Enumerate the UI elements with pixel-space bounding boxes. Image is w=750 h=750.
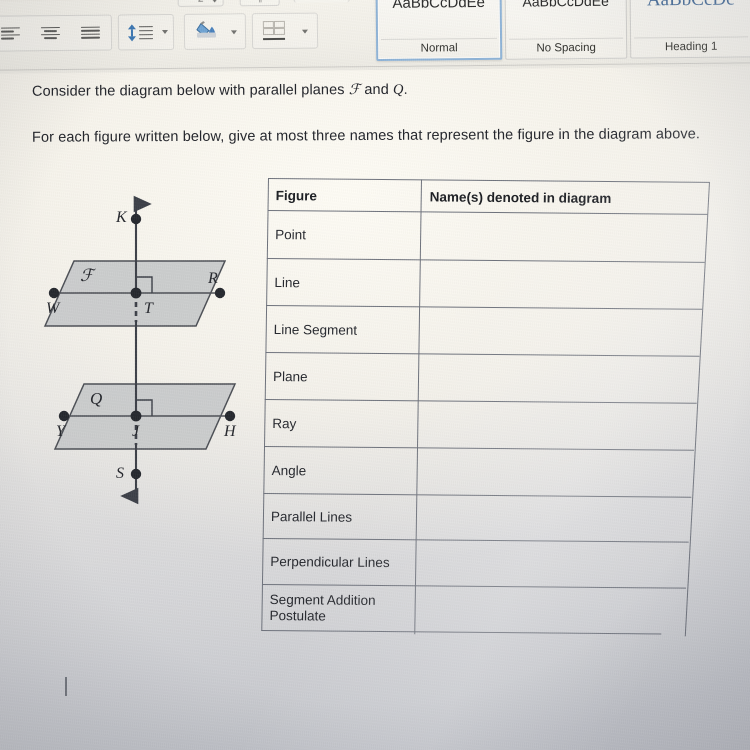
point-s-dot <box>130 468 142 480</box>
point-y-label: Y <box>56 423 65 440</box>
sap-line-1: Segment Addition <box>269 591 376 608</box>
plane-q-label-inline: Q <box>392 81 404 98</box>
point-t-label: T <box>144 300 153 317</box>
table-row-perpendicular-lines-label: Perpendicular Lines <box>270 554 390 571</box>
bottom-border-highlight <box>263 37 286 41</box>
align-center-icon <box>40 26 60 41</box>
figure-names-table: Figure Name(s) denoted in diagram Point … <box>261 178 716 654</box>
borders-dropdown-icon[interactable] <box>301 29 308 34</box>
style-no-spacing-label: No Spacing <box>536 41 596 55</box>
caret-down-icon <box>211 0 218 3</box>
clipped-control-label-2: ¶ <box>257 0 262 4</box>
point-k-label: K <box>116 209 127 226</box>
table-answer-plane[interactable] <box>425 354 695 402</box>
shading-color-swatch <box>196 32 217 38</box>
point-t-dot <box>130 287 142 299</box>
style-no-spacing[interactable]: AaBbCcDdEe No Spacing <box>504 0 628 60</box>
table-row-parallel-lines-label: Parallel Lines <box>270 508 353 525</box>
style-divider <box>634 36 749 39</box>
style-heading-1[interactable]: AaBbCcDc Heading 1 <box>629 0 750 59</box>
paragraph-1-after: . <box>403 81 408 98</box>
table-answer-line-segment[interactable] <box>425 307 697 355</box>
style-heading-1-label: Heading 1 <box>664 40 718 54</box>
clipped-control-font-size[interactable]: 2 <box>177 0 224 7</box>
justify-icon <box>80 25 100 40</box>
table-answer-ray[interactable] <box>424 401 692 449</box>
geometry-diagram: ℱ Q K W T R Y J H S <box>28 186 278 506</box>
geometry-diagram-svg <box>43 195 237 505</box>
table-answer-point[interactable] <box>427 212 703 261</box>
point-j-label: J <box>132 423 140 440</box>
table-answer-line[interactable] <box>426 260 700 308</box>
style-normal-sample: AaBbCcDdEe <box>392 0 486 12</box>
word-ribbon: 2 ¶ <box>0 0 750 74</box>
paragraph-2: For each figure written below, give at m… <box>31 126 701 146</box>
align-left-icon <box>0 26 20 41</box>
shading-dropdown-icon[interactable] <box>230 30 237 35</box>
align-center-button[interactable] <box>32 18 68 48</box>
arrow-down-icon <box>127 35 136 41</box>
table-header-figure: Figure <box>275 187 318 203</box>
point-j-dot <box>130 410 142 422</box>
line-spacing-dropdown-icon[interactable] <box>161 29 168 35</box>
justify-button[interactable] <box>72 18 108 48</box>
paragraph-1-before: Consider the diagram below with parallel… <box>31 82 349 100</box>
line-spacing-icon <box>127 23 153 41</box>
table-row-ray-label: Ray <box>272 415 297 431</box>
text-cursor <box>65 677 67 696</box>
point-h-dot <box>224 410 236 422</box>
point-y-dot <box>58 410 70 422</box>
line-spacing-button[interactable] <box>120 17 160 47</box>
plane-q-label: Q <box>90 389 103 408</box>
clipped-control-pilcrow[interactable]: ¶ <box>239 0 280 7</box>
paragraph-1-middle: and <box>360 81 394 99</box>
plane-f-label: ℱ <box>80 266 94 285</box>
table-header-names: Name(s) denoted in diagram <box>429 188 612 206</box>
shading-button[interactable] <box>190 15 224 45</box>
document-body: Consider the diagram below with parallel… <box>0 68 750 750</box>
style-normal-label: Normal <box>420 42 458 55</box>
point-r-label: R <box>208 270 218 287</box>
style-no-spacing-sample: AaBbCcDdEe <box>522 0 609 10</box>
style-heading-1-sample: AaBbCcDc <box>631 0 750 12</box>
table-row-angle-label: Angle <box>271 462 307 478</box>
point-r-dot <box>214 287 226 299</box>
style-divider <box>509 37 624 40</box>
plane-f-label-inline: ℱ <box>348 82 361 99</box>
table-row-plane-label: Plane <box>272 368 308 384</box>
align-left-button[interactable] <box>0 18 28 48</box>
borders-grid-icon <box>262 20 286 41</box>
clipped-control-label-1: 2 <box>198 0 204 5</box>
table-row-point-label: Point <box>275 227 307 243</box>
table-answer-perpendicular-lines[interactable] <box>422 540 684 587</box>
table-answer-segment-addition-postulate[interactable] <box>421 586 662 633</box>
point-w-label: W <box>46 300 60 317</box>
table-answer-parallel-lines[interactable] <box>423 495 687 541</box>
paragraph-1: Consider the diagram below with parallel… <box>32 80 712 101</box>
point-s-label: S <box>116 465 124 482</box>
borders-button[interactable] <box>256 15 292 45</box>
point-k-dot <box>130 213 142 225</box>
paint-bucket-icon <box>195 21 219 41</box>
table-answer-angle[interactable] <box>423 448 689 496</box>
photo-of-word-document: 2 ¶ <box>0 0 750 750</box>
style-normal[interactable]: AaBbCcDdEe Normal <box>375 0 503 61</box>
table-row-line-label: Line <box>274 274 301 290</box>
table-row-segment-addition-postulate-label: Segment Addition Postulate <box>269 585 415 631</box>
point-w-dot <box>48 287 60 299</box>
style-divider <box>381 37 498 40</box>
point-h-label: H <box>224 423 236 440</box>
arrow-stem <box>131 28 133 36</box>
sap-line-2: Postulate <box>269 607 326 624</box>
table-row-line-segment-label: Line Segment <box>273 321 358 338</box>
